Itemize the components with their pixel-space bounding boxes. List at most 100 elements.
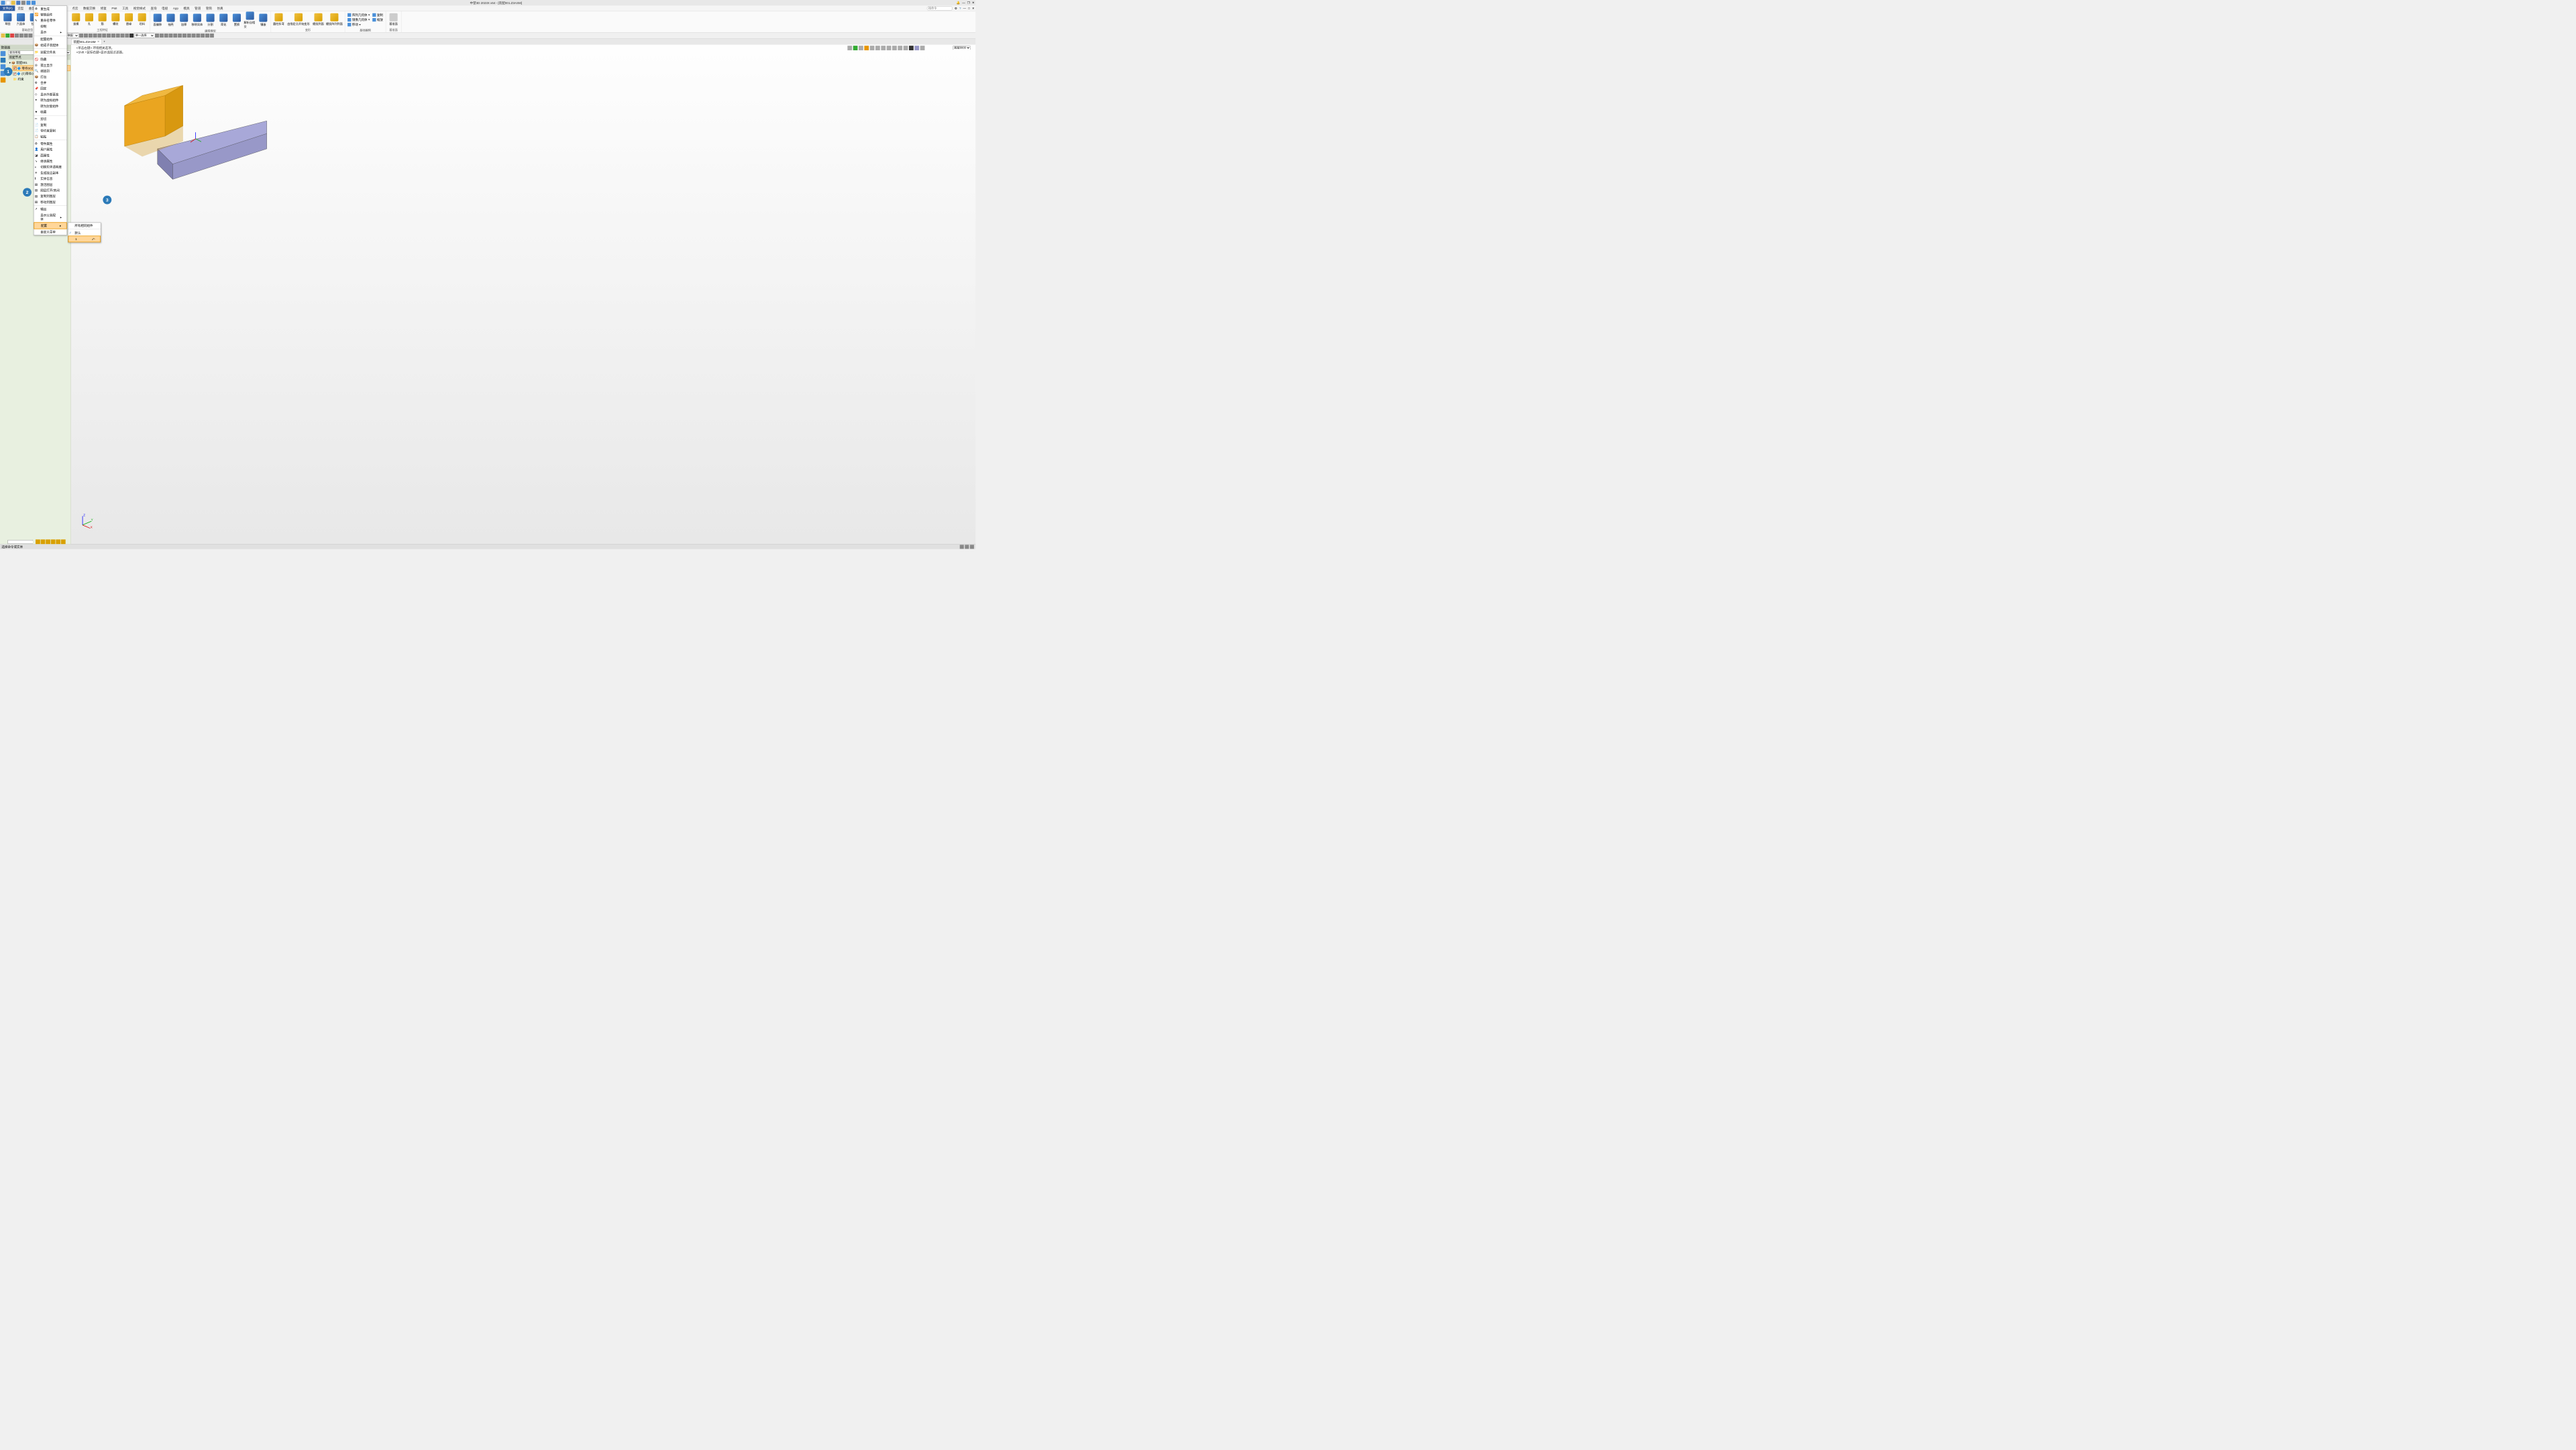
view-icon[interactable]: [898, 46, 902, 50]
ctx-inherit-props[interactable]: ↘继承属性: [34, 158, 66, 164]
menu-pmi[interactable]: PMI: [109, 6, 120, 11]
tb-icon[interactable]: [160, 34, 164, 38]
menu-pipe[interactable]: 管道: [192, 5, 203, 11]
menu-repair[interactable]: 修复: [98, 5, 109, 11]
tb-icon[interactable]: [196, 34, 200, 38]
color-swatch-purple[interactable]: [914, 46, 919, 50]
mdi-minimize-icon[interactable]: —: [962, 1, 965, 5]
tb-icon[interactable]: [182, 34, 186, 38]
split-button[interactable]: 分割: [204, 11, 216, 28]
menu-modeling[interactable]: 造型: [15, 5, 26, 11]
bell-icon[interactable]: 🔔: [957, 1, 961, 5]
tb-icon[interactable]: [93, 34, 97, 38]
bottom-icon[interactable]: [51, 539, 56, 544]
view-icon[interactable]: [881, 46, 885, 50]
tb-icon[interactable]: [155, 34, 159, 38]
thread-button[interactable]: 螺纹: [109, 11, 121, 27]
tb-icon[interactable]: [102, 34, 106, 38]
view-icon[interactable]: [847, 46, 852, 50]
lip-button[interactable]: 唇缘: [123, 11, 135, 27]
document-tab[interactable]: 装配001.Z3ASM ✕: [71, 39, 102, 45]
view-icon[interactable]: [904, 46, 908, 50]
view-icon[interactable]: [870, 46, 875, 50]
tb-icon[interactable]: [15, 34, 19, 38]
ctx-form-subassembly[interactable]: 📦组成子装配体: [34, 42, 66, 48]
ctx-move-to-layer[interactable]: ▤移动到图层: [34, 199, 66, 205]
menu-visualstyle[interactable]: 视觉样式: [131, 5, 148, 11]
undo-icon[interactable]: [26, 1, 30, 5]
hole-button[interactable]: 孔: [83, 11, 95, 27]
view-icon[interactable]: [887, 46, 892, 50]
ctx-suppress[interactable]: 抑制: [34, 23, 66, 30]
print-icon[interactable]: [21, 1, 25, 5]
ctx-layer-toggle[interactable]: ▤图层打开/关闭: [34, 187, 66, 193]
menu-tube[interactable]: 管筒: [203, 5, 215, 11]
sb-icon[interactable]: [960, 545, 964, 549]
pattern-geom-button[interactable]: 阵列几何体 ▾ 复制: [347, 13, 383, 17]
user-icon[interactable]: [1, 78, 6, 83]
tb-icon[interactable]: [19, 34, 23, 38]
ctx-output[interactable]: ↗输出: [34, 207, 66, 213]
rib-button[interactable]: 筋: [97, 11, 109, 27]
view-icon[interactable]: [920, 46, 925, 50]
tb-icon[interactable]: [89, 34, 93, 38]
tb-plus-icon[interactable]: [5, 34, 9, 38]
ctx-to-envelope[interactable]: 转为封套组件: [34, 103, 66, 109]
tb-icon[interactable]: [28, 34, 32, 38]
point-deform-button[interactable]: 由指定点开始变形: [286, 11, 311, 27]
mirror-geom-button[interactable]: 镜像几何体 ▾ 缩放: [347, 17, 383, 21]
bottom-icon[interactable]: [41, 539, 46, 544]
face-offset-button[interactable]: 面偏移: [152, 11, 164, 28]
ctx-cut[interactable]: ✂剪切: [34, 116, 66, 122]
sb-icon[interactable]: [965, 545, 969, 549]
mdi-close-icon[interactable]: ✕: [972, 1, 975, 5]
3d-viewport[interactable]: <单击右键> 环境相关选项。 <Shift +鼠标右键>显示选择过滤器。: [71, 45, 975, 545]
tb-icon[interactable]: [164, 34, 168, 38]
tb-icon[interactable]: [121, 34, 125, 38]
tb-icon[interactable]: [210, 34, 214, 38]
ctx-user-props[interactable]: 👤用户属性: [34, 147, 66, 153]
tb-minus-icon[interactable]: [10, 34, 14, 38]
tb-icon[interactable]: [107, 34, 111, 38]
tb-icon[interactable]: [79, 34, 83, 38]
thicken-button[interactable]: 加厚: [178, 11, 190, 28]
menu-query[interactable]: 查询: [148, 5, 160, 11]
minimize-icon[interactable]: —: [962, 7, 967, 10]
tb-arrow-icon[interactable]: [1, 34, 5, 38]
ctx-regenerate[interactable]: ♻重生成: [34, 6, 66, 12]
ctx-show-ext-datum[interactable]: ◇显示外部基准: [34, 91, 66, 97]
tb-icon[interactable]: [173, 34, 177, 38]
visibility-checkbox[interactable]: [13, 72, 17, 76]
emboss-button[interactable]: 镶嵌: [257, 11, 269, 28]
ctx-configure[interactable]: 配置▸ 所有相同组件 ✓默认 1⤺: [34, 222, 66, 229]
ctx-copy-with-constraints[interactable]: 📄带约束复制: [34, 127, 66, 133]
tb-icon[interactable]: [24, 34, 28, 38]
ctx-config-component[interactable]: 配置组件: [34, 36, 66, 42]
ctx-to-virtual[interactable]: ✦转为虚拟组件: [34, 97, 66, 103]
open-icon[interactable]: [11, 1, 15, 5]
draft-button[interactable]: 拔模: [70, 11, 82, 27]
remove-body-button[interactable]: 移除实体: [191, 11, 203, 28]
bottom-icon[interactable]: [46, 539, 50, 544]
ctx-hide[interactable]: 🚫隐藏: [34, 56, 66, 62]
menu-tools[interactable]: 工具: [119, 5, 131, 11]
history-icon[interactable]: [1, 51, 6, 56]
ctx-activate-layer[interactable]: ▤激活图层: [34, 182, 66, 188]
ctx-copy-to-layer[interactable]: ▤复制到图层: [34, 193, 66, 199]
ctx-paste[interactable]: 📋粘贴: [34, 133, 66, 140]
gear-icon[interactable]: ⚙: [953, 7, 958, 10]
save-icon[interactable]: [16, 1, 20, 5]
ctx-assembly-folder[interactable]: 📁装配文件夹: [34, 49, 66, 55]
menu-file[interactable]: 文件(F): [0, 5, 15, 11]
tb-icon[interactable]: [125, 34, 129, 38]
new-icon[interactable]: [6, 1, 10, 5]
layer-select[interactable]: 图层0000: [953, 46, 971, 50]
select-mode-select[interactable]: 单一选择: [134, 33, 154, 38]
cyl-bend-button[interactable]: 圆柱折弯: [272, 11, 284, 27]
view-icon[interactable]: [875, 46, 880, 50]
hexahedron-button[interactable]: 六面体: [15, 11, 27, 27]
ctx-fix[interactable]: 📌固定: [34, 86, 66, 92]
close-tab-icon[interactable]: ✕: [97, 40, 100, 43]
menu-app[interactable]: App: [170, 6, 181, 11]
menu-electrode[interactable]: 电极: [159, 5, 170, 11]
